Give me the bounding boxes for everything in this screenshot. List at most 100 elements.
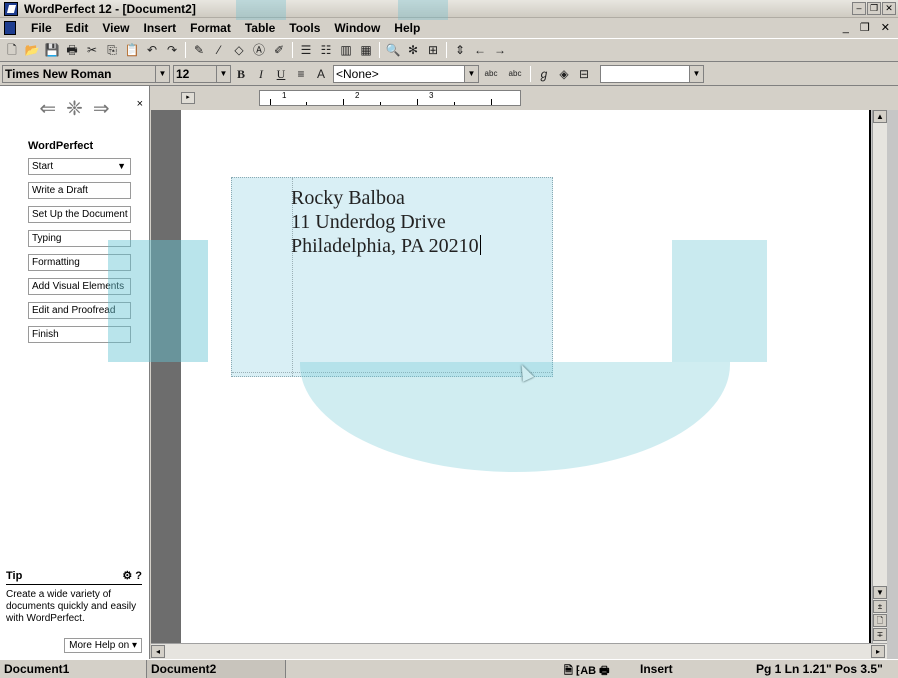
document-window-controls[interactable]: _ ❐ ✕ xyxy=(843,21,894,34)
back-arrow-icon[interactable]: ⇐ xyxy=(39,96,56,121)
new-icon[interactable]: 🗋 xyxy=(4,42,20,58)
symbols-icon[interactable]: ⊞ xyxy=(425,42,441,58)
font-name-value: Times New Roman xyxy=(5,66,112,81)
status-icons[interactable]: 🗎 ⁅AB 🖶 xyxy=(564,662,610,678)
italic-button[interactable]: I xyxy=(253,66,269,82)
format-icon[interactable]: ℊ xyxy=(536,66,552,82)
blank-select[interactable]: ▼ xyxy=(600,64,704,83)
menu-view[interactable]: View xyxy=(95,21,136,35)
zoom-icon[interactable]: 🔍 xyxy=(385,42,401,58)
cursor-position[interactable]: Pg 1 Ln 1.21" Pos 3.5" xyxy=(756,662,883,676)
underline-button[interactable]: U xyxy=(273,66,289,82)
shadow-icon[interactable]: ⊟ xyxy=(576,66,592,82)
justify-icon[interactable]: ≡ xyxy=(293,66,309,82)
menu-file[interactable]: File xyxy=(24,21,59,35)
chevron-down-icon[interactable]: ▼ xyxy=(216,65,230,82)
save-icon[interactable]: 💾 xyxy=(44,42,60,58)
cut-icon[interactable]: ✂ xyxy=(84,42,100,58)
menu-format[interactable]: Format xyxy=(183,21,238,35)
forward-icon[interactable]: → xyxy=(492,42,508,58)
home-icon[interactable]: ❈ xyxy=(66,96,83,121)
document-tab-1[interactable]: Document1 xyxy=(0,662,146,676)
chevron-down-icon[interactable]: ▼ xyxy=(689,65,703,82)
scroll-down-icon[interactable]: ▼ xyxy=(873,586,887,599)
wordperfect-app-icon[interactable] xyxy=(4,1,18,16)
text-box-icon[interactable]: Ⓐ xyxy=(251,42,267,58)
next-page-icon[interactable]: ∓ xyxy=(873,628,887,641)
font-color-icon[interactable]: A xyxy=(313,66,329,82)
redo-icon[interactable]: ↷ xyxy=(164,42,180,58)
insert-mode[interactable]: Insert xyxy=(640,662,673,676)
task-item-setup-document[interactable]: Set Up the Document xyxy=(28,206,131,223)
font-size-value: 12 xyxy=(176,66,190,81)
print-icon[interactable]: 🖶 xyxy=(64,42,80,58)
restore-button[interactable]: ❐ xyxy=(867,2,881,15)
page-icon[interactable]: 🗋 xyxy=(873,614,887,627)
horizontal-scrollbar[interactable]: ◂ ▸ xyxy=(151,643,887,659)
font-size-select[interactable]: 12 ▼ xyxy=(173,64,231,83)
task-item-write-draft[interactable]: Write a Draft xyxy=(28,182,131,199)
minimize-button[interactable]: – xyxy=(852,2,866,15)
bold-button[interactable]: B xyxy=(233,66,249,82)
menu-edit[interactable]: Edit xyxy=(59,21,96,35)
task-item-start[interactable]: Start ▼ xyxy=(28,158,131,175)
watermark-shape xyxy=(398,0,448,20)
style-select[interactable]: <None> ▼ xyxy=(333,64,479,83)
menu-window[interactable]: Window xyxy=(327,21,387,35)
shape-icon[interactable]: ◇ xyxy=(231,42,247,58)
menu-help[interactable]: Help xyxy=(387,21,427,35)
previous-page-icon[interactable]: ± xyxy=(873,600,887,613)
chevron-down-icon[interactable]: ▼ xyxy=(464,65,478,82)
scroll-left-icon[interactable]: ◂ xyxy=(151,645,165,658)
close-button[interactable]: ✕ xyxy=(882,2,896,15)
main-toolbar: 🗋 📂 💾 🖶 ✂ ⎘ 📋 ↶ ↷ ✎ ⁄ ◇ Ⓐ ✐ ☰ ☷ ▥ ▦ 🔍 ✻ … xyxy=(0,38,898,62)
undo-icon[interactable]: ↶ xyxy=(144,42,160,58)
scroll-right-icon[interactable]: ▸ xyxy=(871,645,885,658)
menu-table[interactable]: Table xyxy=(238,21,282,35)
forward-arrow-icon[interactable]: ⇒ xyxy=(93,96,110,121)
clipart-icon[interactable]: ✐ xyxy=(271,42,287,58)
abc-button-2[interactable]: abc xyxy=(505,66,525,82)
columns-icon[interactable]: ▥ xyxy=(338,42,354,58)
chevron-down-icon[interactable]: ▼ xyxy=(155,65,169,82)
vertical-scrollbar[interactable]: ▲ ▼ ± 🗋 ∓ xyxy=(872,110,887,643)
menu-tools[interactable]: Tools xyxy=(282,21,327,35)
ruler-toggle-icon[interactable]: ▸ xyxy=(181,92,195,104)
bullet-list-icon[interactable]: ☰ xyxy=(298,42,314,58)
abc-button-1[interactable]: abc xyxy=(481,66,501,82)
height-icon[interactable]: ⇕ xyxy=(452,42,468,58)
document-tab-2[interactable]: Document2 xyxy=(146,659,286,678)
tip-header: Tip ⚙ ? xyxy=(6,567,142,585)
menu-bar: File Edit View Insert Format Table Tools… xyxy=(0,18,898,38)
tip-icons[interactable]: ⚙ ? xyxy=(122,569,142,582)
highlight-icon[interactable]: ✎ xyxy=(191,42,207,58)
font-name-select[interactable]: Times New Roman ▼ xyxy=(2,64,170,83)
address-text[interactable]: Rocky Balboa 11 Underdog Drive Philadelp… xyxy=(291,186,481,258)
fill-icon[interactable]: ◈ xyxy=(556,66,572,82)
style-value: <None> xyxy=(336,66,379,81)
close-icon[interactable]: × xyxy=(137,98,143,110)
ruler-number: 1 xyxy=(282,91,287,100)
back-icon[interactable]: ← xyxy=(472,42,488,58)
task-label: Write a Draft xyxy=(32,185,88,196)
toolbar-separator xyxy=(292,42,293,58)
numbered-list-icon[interactable]: ☷ xyxy=(318,42,334,58)
paste-icon[interactable]: 📋 xyxy=(124,42,140,58)
address-city-text: Philadelphia, PA 20210 xyxy=(291,235,479,257)
envelope-address-block[interactable]: Rocky Balboa 11 Underdog Drive Philadelp… xyxy=(231,177,553,382)
task-label: Edit and Proofread xyxy=(32,305,116,316)
table-icon[interactable]: ▦ xyxy=(358,42,374,58)
drawline-icon[interactable]: ⁄ xyxy=(211,42,227,58)
document-icon[interactable] xyxy=(4,21,16,35)
open-icon[interactable]: 📂 xyxy=(24,42,40,58)
ruler-tick xyxy=(306,102,307,105)
spellcheck-icon[interactable]: ✻ xyxy=(405,42,421,58)
menu-insert[interactable]: Insert xyxy=(136,21,183,35)
ruler[interactable]: 1 2 3 xyxy=(259,90,521,106)
chevron-down-icon[interactable]: ▼ xyxy=(117,159,126,174)
more-help-button[interactable]: More Help on ▾ xyxy=(64,638,142,653)
scroll-up-icon[interactable]: ▲ xyxy=(873,110,887,123)
title-bar: WordPerfect 12 - [Document2] – ❐ ✕ xyxy=(0,0,898,18)
ruler-tick xyxy=(380,102,381,105)
copy-icon[interactable]: ⎘ xyxy=(104,42,120,58)
